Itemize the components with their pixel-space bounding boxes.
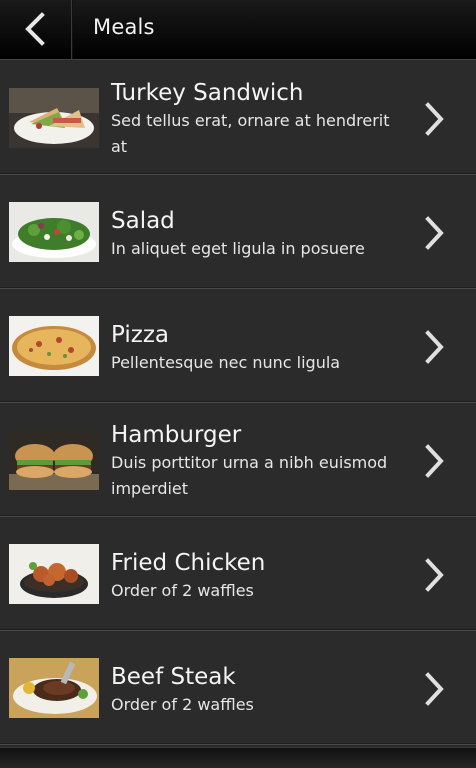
chevron-right-icon bbox=[425, 672, 444, 706]
page-title: Meals bbox=[93, 15, 155, 39]
meal-description: Order of 2 waffles bbox=[111, 581, 254, 600]
hamburger-photo bbox=[9, 430, 99, 490]
meal-description: Order of 2 waffles bbox=[111, 695, 254, 714]
meal-title: Salad bbox=[111, 208, 175, 234]
list-item-hamburger[interactable]: Hamburger Duis porttitor urna a nibh eui… bbox=[0, 403, 476, 517]
salad-photo bbox=[9, 202, 99, 262]
meal-list: Turkey Sandwich Sed tellus erat, ornare … bbox=[0, 61, 476, 745]
list-item-fried-chicken[interactable]: Fried Chicken Order of 2 waffles bbox=[0, 517, 476, 631]
meal-description: In aliquet eget ligula in posuere bbox=[111, 239, 365, 258]
chevron-right-icon bbox=[425, 558, 444, 592]
meal-description: Duis porttitor urna a nibh euismod imper… bbox=[111, 453, 388, 498]
chevron-right-icon bbox=[425, 330, 444, 364]
chevron-right-icon bbox=[425, 216, 444, 250]
meal-title: Pizza bbox=[111, 322, 169, 348]
header-bar: Meals bbox=[0, 0, 476, 60]
list-item-salad[interactable]: Salad In aliquet eget ligula in posuere bbox=[0, 175, 476, 289]
meal-description: Sed tellus erat, ornare at hendrerit at bbox=[111, 111, 390, 156]
list-item-turkey-sandwich[interactable]: Turkey Sandwich Sed tellus erat, ornare … bbox=[0, 61, 476, 175]
chevron-left-icon bbox=[25, 12, 45, 46]
chevron-right-icon bbox=[425, 102, 444, 136]
bottom-bar bbox=[0, 747, 476, 768]
pizza-photo bbox=[9, 316, 99, 376]
turkey-sandwich-photo bbox=[9, 88, 99, 148]
chevron-right-icon bbox=[425, 444, 444, 478]
beef-steak-photo bbox=[9, 658, 99, 718]
back-button[interactable] bbox=[0, 0, 72, 59]
meal-title: Beef Steak bbox=[111, 664, 236, 690]
meal-title: Hamburger bbox=[111, 422, 242, 448]
meal-description: Pellentesque nec nunc ligula bbox=[111, 353, 341, 372]
list-item-beef-steak[interactable]: Beef Steak Order of 2 waffles bbox=[0, 631, 476, 745]
list-item-pizza[interactable]: Pizza Pellentesque nec nunc ligula bbox=[0, 289, 476, 403]
meal-title: Fried Chicken bbox=[111, 550, 266, 576]
meal-title: Turkey Sandwich bbox=[111, 80, 304, 106]
fried-chicken-photo bbox=[9, 544, 99, 604]
